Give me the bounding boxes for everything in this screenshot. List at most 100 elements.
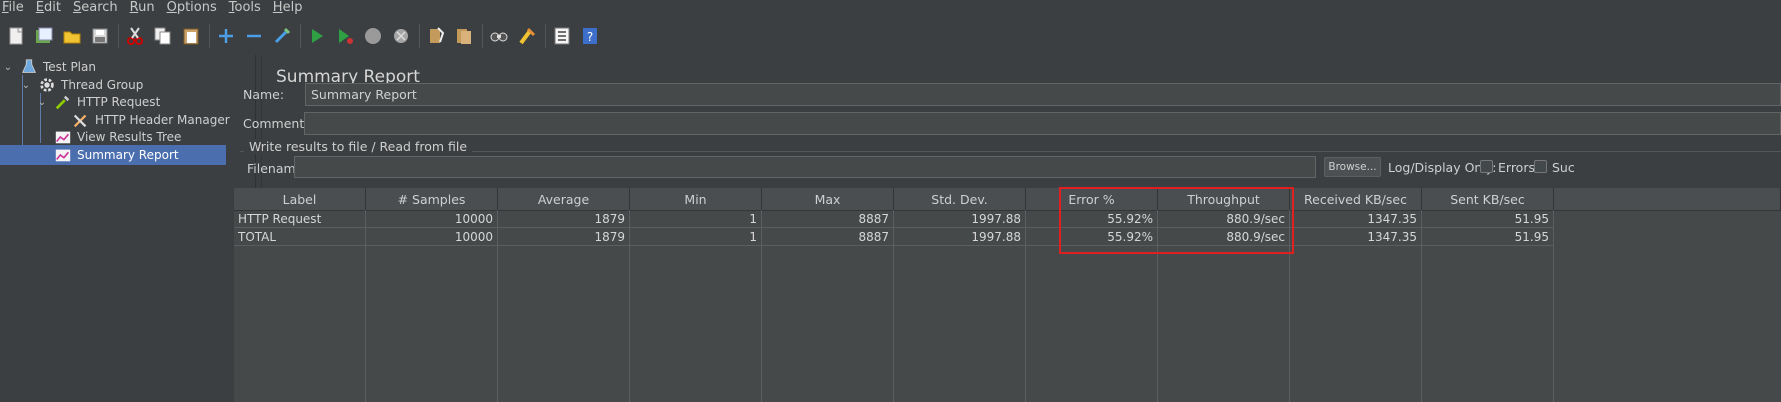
write-results-legend: Write results to file / Read from file [244, 139, 473, 154]
shutdown-icon[interactable] [390, 25, 412, 47]
clear-all-icon[interactable] [453, 25, 475, 47]
column-header[interactable]: Sent KB/sec [1422, 188, 1554, 211]
start-no-pauses-icon[interactable] [334, 25, 356, 47]
menu-item[interactable]: Edit [36, 0, 61, 16]
menu-label: ools [234, 0, 261, 15]
stop-icon[interactable] [362, 25, 384, 47]
clear-icon[interactable] [425, 25, 447, 47]
menu-item[interactable]: File [2, 0, 24, 16]
column-divider [893, 246, 894, 402]
column-header[interactable]: Std. Dev. [894, 188, 1026, 211]
tree-item-label: Thread Group [61, 78, 144, 92]
toolbar-separator [209, 24, 210, 48]
table-cell: 1879 [498, 210, 630, 228]
column-header[interactable]: Throughput [1158, 188, 1290, 211]
successes-label: Suc [1552, 160, 1575, 175]
table-cell: 51.95 [1422, 228, 1554, 246]
function-helper-icon[interactable] [551, 25, 573, 47]
menu-mnemonic: H [272, 0, 283, 15]
chart-icon [54, 146, 72, 164]
comments-field[interactable] [304, 112, 1781, 135]
name-label: Name: [243, 87, 285, 102]
new-icon[interactable] [5, 25, 27, 47]
table-cell: 880.9/sec [1158, 228, 1290, 246]
name-field[interactable] [305, 83, 1781, 106]
table-cell: 880.9/sec [1158, 210, 1290, 228]
menu-item[interactable]: Options [167, 0, 217, 16]
start-icon[interactable] [306, 25, 328, 47]
test-plan-tree: ⌄ Test Plan ⌄ Thread Group ⌄ HTTP Request HTTP… [0, 55, 256, 402]
column-header[interactable]: Received KB/sec [1290, 188, 1422, 211]
table-cell: HTTP Request [234, 210, 366, 228]
toolbar-separator [118, 24, 119, 48]
tree-item-label: View Results Tree [77, 130, 182, 144]
search-icon[interactable] [488, 25, 510, 47]
table-cell: 10000 [366, 210, 498, 228]
table-cell: TOTAL [234, 228, 366, 246]
table-cell: 1997.88 [894, 228, 1026, 246]
paste-icon[interactable] [180, 25, 202, 47]
menu-item[interactable]: Run [130, 0, 155, 16]
menu-label: dit [44, 0, 61, 15]
save-icon[interactable] [89, 25, 111, 47]
menu-item[interactable]: Help [273, 0, 303, 16]
menu-label: earch [81, 0, 118, 15]
errors-checkbox[interactable] [1480, 160, 1493, 173]
table-cell: 1 [630, 228, 762, 246]
reset-search-icon[interactable] [516, 25, 538, 47]
column-divider [365, 246, 366, 402]
table-cell: 55.92% [1026, 210, 1158, 228]
browse-button[interactable]: Browse... [1324, 157, 1381, 177]
cut-icon[interactable] [124, 25, 146, 47]
open-icon[interactable] [61, 25, 83, 47]
column-divider [1421, 246, 1422, 402]
menu-bar: File Edit Search Run Options Tools Help [0, 0, 1781, 16]
table-cell: 1879 [498, 228, 630, 246]
menu-mnemonic: O [166, 0, 177, 15]
table-cell: 51.95 [1422, 210, 1554, 228]
column-header[interactable]: # Samples [366, 188, 498, 211]
menu-mnemonic: E [35, 0, 44, 15]
column-divider [629, 246, 630, 402]
flask-icon [20, 58, 38, 76]
templates-icon[interactable] [33, 25, 55, 47]
menu-label: elp [282, 0, 303, 15]
toggle-icon[interactable] [271, 25, 293, 47]
table-cell: 8887 [762, 210, 894, 228]
column-divider [1553, 246, 1554, 402]
menu-item[interactable]: Search [73, 0, 118, 16]
tree-item-label: Summary Report [77, 148, 179, 162]
toolbar-separator [419, 24, 420, 48]
tree-item[interactable]: Summary Report [0, 145, 226, 165]
column-header[interactable]: Label [234, 188, 366, 211]
column-header[interactable]: Error % [1026, 188, 1158, 211]
table-cell: 1347.35 [1290, 210, 1422, 228]
filename-field[interactable] [294, 156, 1316, 178]
svg-text:?: ? [587, 30, 593, 44]
expand-arrow-icon[interactable]: ⌄ [2, 62, 14, 73]
expand-arrow-icon[interactable]: ⌄ [36, 97, 48, 108]
table-cell: 1997.88 [894, 210, 1026, 228]
successes-checkbox[interactable] [1534, 160, 1547, 173]
tree-item[interactable]: ⌄ HTTP Request [0, 92, 160, 112]
menu-mnemonic: R [129, 0, 139, 15]
column-divider [497, 246, 498, 402]
tree-item[interactable]: ⌄ Test Plan [0, 57, 96, 77]
column-header[interactable]: Average [498, 188, 630, 211]
column-header[interactable]: Min [630, 188, 762, 211]
expand-icon[interactable] [215, 25, 237, 47]
collapse-icon[interactable] [243, 25, 265, 47]
column-divider [1157, 246, 1158, 402]
column-header[interactable]: Max [762, 188, 894, 211]
tree-item[interactable]: View Results Tree [0, 127, 181, 147]
expand-arrow-icon[interactable]: ⌄ [20, 80, 32, 91]
table-cell: 1 [630, 210, 762, 228]
copy-icon[interactable] [152, 25, 174, 47]
chart-icon [54, 128, 72, 146]
results-table: Label # Samples Average Min Max Std. Dev. Erro… [234, 188, 1781, 402]
table-cell: 1347.35 [1290, 228, 1422, 246]
menu-item[interactable]: Tools [229, 0, 261, 16]
menu-label: ile [8, 0, 24, 15]
help-icon[interactable]: ? [579, 25, 601, 47]
toolbar-separator [482, 24, 483, 48]
